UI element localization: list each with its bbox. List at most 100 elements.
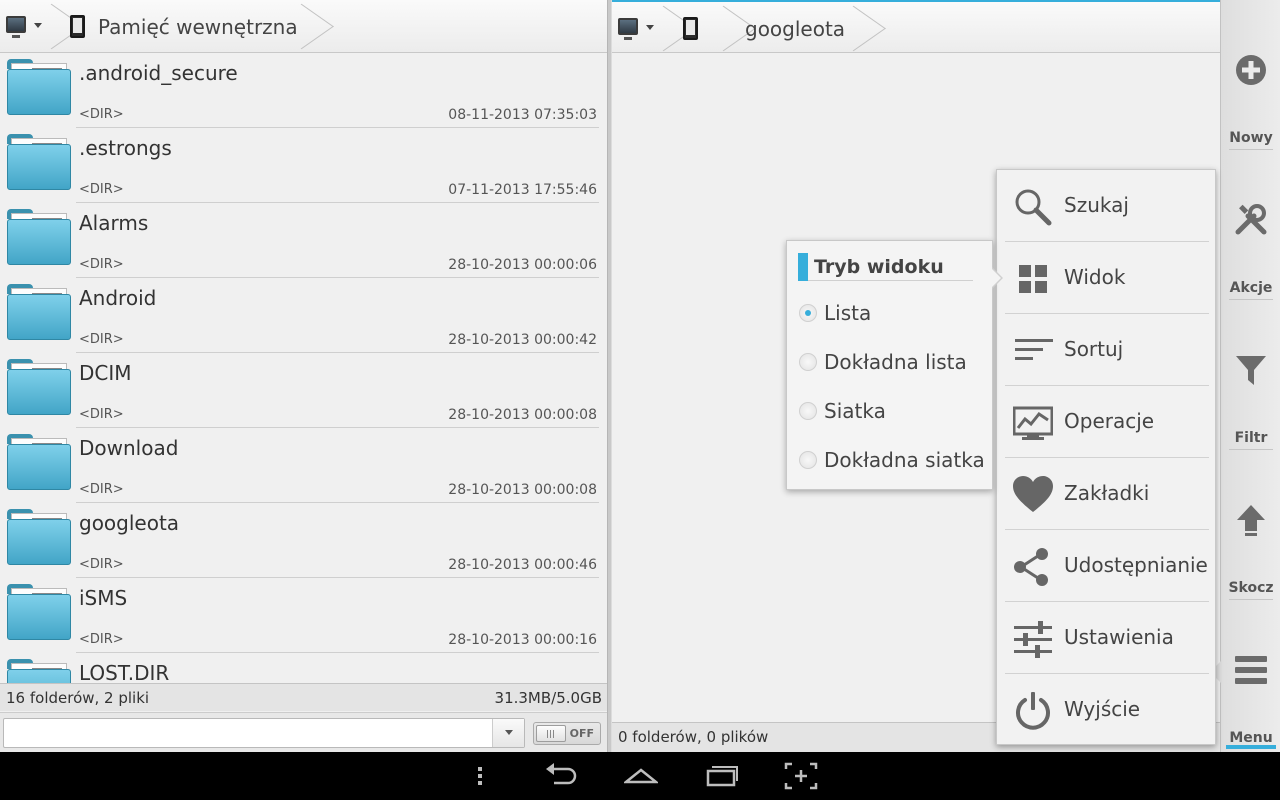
radio-selected[interactable] — [799, 304, 817, 322]
option-label: Dokładna lista — [824, 350, 967, 374]
sidebar-item-filter[interactable]: Filtr — [1221, 300, 1280, 450]
left-breadcrumb-bar: Pamięć wewnętrzna — [0, 0, 607, 53]
back-icon[interactable] — [544, 760, 578, 792]
toggle-label: OFF — [569, 727, 594, 740]
file-list[interactable]: .android_secure <DIR> 08-11-2013 07:35:0… — [0, 53, 607, 683]
list-item[interactable]: .android_secure <DIR> 08-11-2013 07:35:0… — [0, 53, 607, 128]
filter-icon — [1236, 356, 1266, 385]
breadcrumb-separator — [852, 2, 866, 55]
radio-unselected[interactable] — [799, 353, 817, 371]
menu-item-share[interactable]: Udostępnianie — [997, 530, 1217, 602]
folder-icon — [7, 509, 71, 565]
view-option-list[interactable]: Lista — [787, 297, 992, 346]
file-type: <DIR> — [79, 407, 124, 422]
combo-dropdown-button[interactable] — [492, 719, 524, 747]
menu-item-label: Operacje — [1064, 409, 1155, 433]
menu-item-search[interactable]: Szukaj — [997, 170, 1217, 242]
file-name: Alarms — [79, 211, 149, 235]
view-option-detailed-list[interactable]: Dokładna lista — [787, 346, 992, 395]
menu-item-label: Udostępnianie — [1064, 553, 1208, 577]
list-item[interactable]: Alarms <DIR> 28-10-2013 00:00:06 — [0, 203, 607, 278]
left-pane: Pamięć wewnętrzna .android_secure <DIR> … — [0, 0, 607, 752]
list-item[interactable]: .estrongs <DIR> 07-11-2013 17:55:46 — [0, 128, 607, 203]
file-name: iSMS — [79, 586, 128, 610]
list-item[interactable]: Download <DIR> 28-10-2013 00:00:08 — [0, 428, 607, 503]
menu-item-operations[interactable]: Operacje — [997, 386, 1217, 458]
file-type: <DIR> — [79, 107, 124, 122]
sidebar-item-new[interactable]: Nowy — [1221, 0, 1280, 150]
filter-bar: OFF — [0, 712, 607, 752]
menu-item-label: Widok — [1064, 265, 1126, 289]
file-date: 28-10-2013 00:00:08 — [448, 482, 597, 498]
folder-icon — [7, 359, 71, 415]
view-option-grid[interactable]: Siatka — [787, 395, 992, 444]
breadcrumb-location[interactable]: Pamięć wewnętrzna — [98, 15, 298, 39]
submenu-header: Tryb widoku — [798, 253, 973, 281]
file-name: .android_secure — [79, 61, 238, 85]
list-item[interactable]: googleota <DIR> 28-10-2013 00:00:46 — [0, 503, 607, 578]
grid-icon — [1019, 265, 1047, 293]
jump-up-icon — [1237, 505, 1265, 536]
file-name: .estrongs — [79, 136, 172, 160]
sidebar-item-jump[interactable]: Skocz — [1221, 450, 1280, 600]
folder-icon — [7, 584, 71, 640]
sidebar-label: Skocz — [1228, 580, 1274, 596]
menu-item-exit[interactable]: Wyjście — [997, 674, 1217, 746]
list-item[interactable]: DCIM <DIR> 28-10-2013 00:00:08 — [0, 353, 607, 428]
screenshot-icon[interactable] — [784, 760, 818, 792]
view-option-detailed-grid[interactable]: Dokładna siatka — [787, 444, 992, 493]
sidebar-label: Menu — [1229, 730, 1273, 746]
file-type: <DIR> — [79, 182, 124, 197]
system-navigation-bar — [0, 752, 1280, 800]
toggle-knob — [536, 725, 566, 742]
menu-item-bookmarks[interactable]: Zakładki — [997, 458, 1217, 530]
sidebar-item-menu[interactable]: Menu — [1221, 600, 1280, 750]
file-name: LOST.DIR — [79, 661, 170, 683]
option-label: Dokładna siatka — [824, 448, 985, 472]
file-type: <DIR> — [79, 482, 124, 497]
menu-item-view[interactable]: Widok — [997, 242, 1217, 314]
right-folder-summary: 0 folderów, 0 plików — [618, 728, 769, 746]
folder-icon — [7, 209, 71, 265]
sidebar-item-actions[interactable]: Akcje — [1221, 150, 1280, 300]
filter-combo[interactable] — [3, 718, 525, 748]
submenu-title: Tryb widoku — [814, 256, 944, 278]
list-item[interactable]: LOST.DIR — [0, 653, 607, 683]
radio-unselected[interactable] — [799, 402, 817, 420]
overflow-menu-icon[interactable] — [472, 760, 488, 792]
heart-icon — [1013, 476, 1053, 512]
option-label: Lista — [824, 301, 872, 325]
home-icon[interactable] — [624, 760, 658, 792]
list-item[interactable]: Android <DIR> 28-10-2013 00:00:42 — [0, 278, 607, 353]
sort-icon — [1015, 339, 1053, 360]
menu-item-label: Szukaj — [1064, 193, 1129, 217]
tablet-icon — [70, 15, 85, 38]
breadcrumb-separator — [662, 2, 676, 55]
list-item[interactable]: iSMS <DIR> 28-10-2013 00:00:16 — [0, 578, 607, 653]
sliders-icon — [1014, 621, 1052, 658]
file-name: DCIM — [79, 361, 132, 385]
recent-apps-icon[interactable] — [705, 760, 739, 792]
radio-unselected[interactable] — [799, 451, 817, 469]
menu-item-label: Zakładki — [1064, 481, 1150, 505]
file-date: 28-10-2013 00:00:08 — [448, 407, 597, 423]
chart-monitor-icon — [1013, 406, 1053, 440]
breadcrumb-separator — [300, 0, 314, 53]
search-icon — [1015, 189, 1052, 226]
menu-item-label: Wyjście — [1064, 697, 1141, 721]
file-date: 08-11-2013 07:35:03 — [448, 107, 597, 123]
file-date: 28-10-2013 00:00:46 — [448, 557, 597, 573]
filter-toggle[interactable]: OFF — [533, 722, 601, 745]
file-date: 28-10-2013 00:00:16 — [448, 632, 597, 648]
sidebar-label: Nowy — [1229, 130, 1273, 146]
file-date: 07-11-2013 17:55:46 — [448, 182, 597, 198]
sidebar-label: Akcje — [1229, 280, 1273, 296]
file-name: Download — [79, 436, 179, 460]
action-sidebar: Nowy Akcje Filtr Skocz Menu — [1220, 0, 1280, 752]
popup-menu: Szukaj Widok Sortuj Operacje Zakładki Ud… — [996, 169, 1216, 745]
menu-item-label: Ustawienia — [1064, 625, 1174, 649]
menu-item-settings[interactable]: Ustawienia — [997, 602, 1217, 674]
folder-icon — [7, 434, 71, 490]
menu-item-sort[interactable]: Sortuj — [997, 314, 1217, 386]
file-type: <DIR> — [79, 557, 124, 572]
